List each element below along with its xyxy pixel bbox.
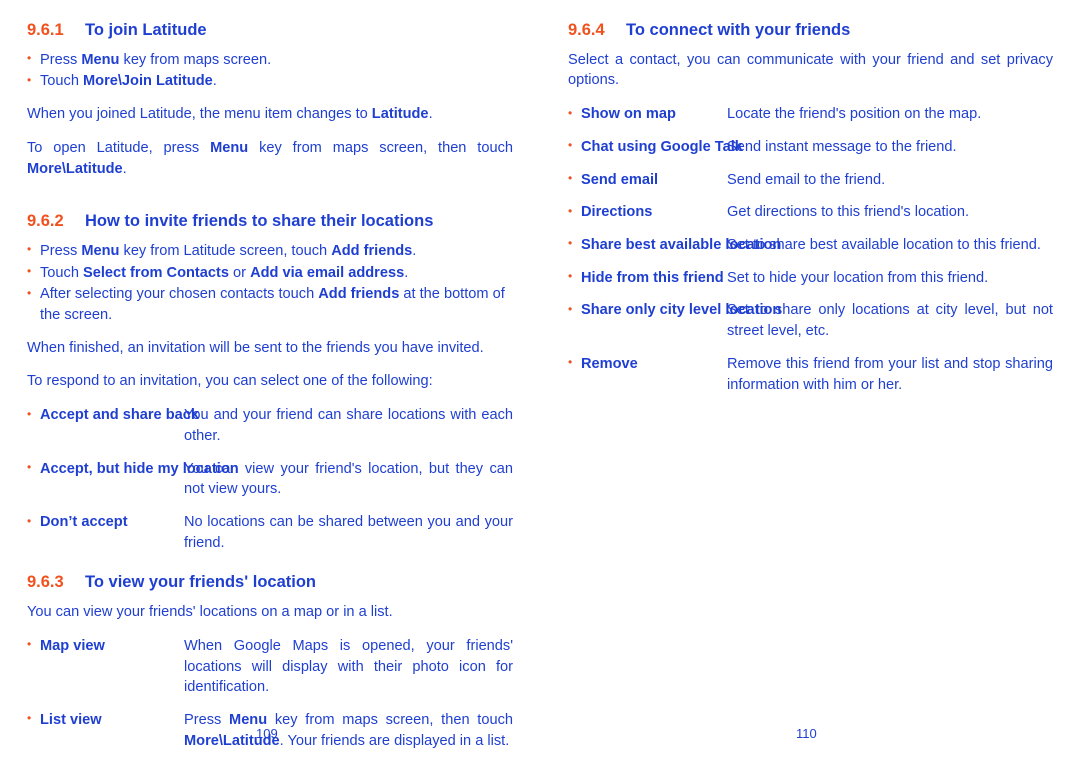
definition-description: Send instant message to the friend. bbox=[727, 138, 957, 155]
text-mid: key from maps screen, then touch bbox=[267, 711, 514, 728]
definition-description: Get directions to this friend's location… bbox=[727, 204, 970, 221]
list-item: After selecting your chosen contacts tou… bbox=[27, 284, 513, 325]
text-post: . bbox=[412, 242, 417, 259]
text-pre: To open Latitude, press bbox=[27, 139, 211, 156]
section-title: To connect with your friends bbox=[626, 21, 851, 39]
text-bold-2: Add friends bbox=[331, 242, 413, 259]
section-heading-9-6-3: 9.6.3 To view your friends' location bbox=[27, 572, 513, 593]
text-bold: Menu bbox=[81, 242, 120, 259]
text-bold-2: Add via email address bbox=[250, 264, 405, 281]
definition-description: Set to hide your location from this frie… bbox=[727, 269, 989, 286]
definition-term: Don’t accept bbox=[27, 512, 128, 533]
text-bold: Menu bbox=[210, 139, 249, 156]
document-page-spread: 9.6.1 To join Latitude Press Menu key fro… bbox=[0, 0, 1080, 767]
section-number: 9.6.2 bbox=[27, 212, 64, 231]
definition-term: Share best available location bbox=[568, 234, 781, 256]
definition-row: Don’t accept No locations can be shared … bbox=[27, 512, 513, 553]
paragraph: When you joined Latitude, the menu item … bbox=[27, 104, 513, 125]
text-bold: Latitude bbox=[371, 106, 429, 123]
definition-row: Hide from this friend Set to hide your l… bbox=[568, 267, 1053, 289]
definition-description: Send email to the friend. bbox=[727, 171, 886, 188]
paragraph: You can view your friends' locations on … bbox=[27, 604, 393, 621]
text-pre: Touch bbox=[40, 73, 83, 90]
definition-description: You and your friend can share locations … bbox=[184, 407, 513, 444]
section-heading-9-6-2: 9.6.2 How to invite friends to share thei… bbox=[27, 211, 513, 232]
section-title: To join Latitude bbox=[85, 21, 207, 39]
definition-term: Send email bbox=[568, 169, 658, 191]
definition-term: Map view bbox=[27, 635, 105, 657]
paragraph: To respond to an invitation, you can sel… bbox=[27, 373, 433, 390]
bullet-list-9-6-1: Press Menu key from maps screen. Touch M… bbox=[27, 49, 513, 92]
definition-row: Directions Get directions to this friend… bbox=[568, 202, 1053, 223]
text-pre: Press bbox=[40, 51, 82, 68]
list-item: Touch More\Join Latitude. bbox=[27, 71, 513, 92]
section-number: 9.6.4 bbox=[568, 21, 605, 39]
definition-row: Accept and share back You and your frien… bbox=[27, 405, 513, 446]
section-heading-9-6-1: 9.6.1 To join Latitude bbox=[27, 20, 513, 41]
section-number: 9.6.3 bbox=[27, 573, 64, 592]
definition-term: Accept, but hide my location bbox=[27, 458, 239, 480]
definition-term: Accept and share back bbox=[27, 405, 199, 426]
paragraph: When finished, an invitation will be sen… bbox=[27, 339, 484, 356]
text-post: . bbox=[404, 264, 409, 281]
definition-row: Remove Remove this friend from your list… bbox=[568, 353, 1053, 395]
definition-term: Share only city level location bbox=[568, 300, 781, 321]
definition-term: Show on map bbox=[568, 104, 676, 125]
definition-description: No locations can be shared between you a… bbox=[184, 514, 513, 551]
definition-description: Locate the friend's position on the map. bbox=[727, 106, 982, 123]
text-bold: Add friends bbox=[318, 286, 400, 303]
text-pre: When you joined Latitude, the menu item … bbox=[27, 106, 372, 123]
text-bold: More\Join Latitude bbox=[83, 73, 213, 90]
definition-term: Remove bbox=[568, 353, 638, 375]
definition-term: List view bbox=[27, 709, 102, 731]
page-number-left: 109 bbox=[256, 726, 278, 741]
definition-term: Hide from this friend bbox=[568, 267, 724, 289]
section-number: 9.6.1 bbox=[27, 21, 64, 39]
text-post: . bbox=[122, 160, 127, 177]
section-heading-9-6-4: 9.6.4 To connect with your friends bbox=[568, 20, 1053, 41]
text-pre: After selecting your chosen contacts tou… bbox=[40, 286, 319, 303]
text-bold: Select from Contacts bbox=[83, 264, 229, 281]
definition-description: Press Menu key from maps screen, then to… bbox=[184, 710, 513, 751]
list-item: Press Menu key from Latitude screen, tou… bbox=[27, 240, 513, 262]
text-post: . bbox=[428, 106, 433, 123]
definition-row: Accept, but hide my location You can vie… bbox=[27, 458, 513, 500]
definition-row: Map view When Google Maps is opened, you… bbox=[27, 635, 513, 698]
definition-description: Remove this friend from your list and st… bbox=[727, 355, 1053, 393]
bullet-list-9-6-2: Press Menu key from Latitude screen, tou… bbox=[27, 240, 513, 326]
section-title: How to invite friends to share their loc… bbox=[85, 212, 434, 231]
definition-term: Directions bbox=[568, 202, 652, 223]
text-mid: or bbox=[228, 264, 251, 281]
definition-row: Chat using Google Talk Send instant mess… bbox=[568, 136, 1053, 158]
list-item: Press Menu key from maps screen. bbox=[27, 49, 513, 71]
text-pre: Press bbox=[40, 242, 82, 259]
text-pre: Touch bbox=[40, 264, 83, 281]
section-title: To view your friends' location bbox=[85, 573, 316, 592]
definition-term: Chat using Google Talk bbox=[568, 136, 743, 158]
text-post: . Your friends are displayed in a list. bbox=[279, 732, 510, 749]
definition-row: Send email Send email to the friend. bbox=[568, 169, 1053, 191]
text-post: key from maps screen. bbox=[119, 51, 272, 68]
definition-description: When Google Maps is opened, your friends… bbox=[184, 637, 513, 696]
definition-list-9-6-4: Show on map Locate the friend's position… bbox=[568, 104, 1053, 395]
definition-row: Share best available location Set to sha… bbox=[568, 234, 1053, 256]
text-bold-2: More\Latitude bbox=[27, 160, 123, 177]
paragraph: To open Latitude, press Menu key from ma… bbox=[27, 138, 513, 179]
definition-row: Share only city level location Set to sh… bbox=[568, 300, 1053, 341]
paragraph: Select a contact, you can communicate wi… bbox=[568, 51, 1053, 89]
text-mid: key from maps screen, then touch bbox=[248, 139, 514, 156]
definition-list-9-6-2: Accept and share back You and your frien… bbox=[27, 405, 513, 553]
text-post: . bbox=[212, 73, 217, 90]
right-page-column: 9.6.4 To connect with your friends Select… bbox=[568, 20, 1053, 395]
text-pre: Press bbox=[184, 711, 230, 728]
text-mid: key from Latitude screen, touch bbox=[119, 242, 332, 259]
list-item: Touch Select from Contacts or Add via em… bbox=[27, 262, 513, 284]
left-page-column: 9.6.1 To join Latitude Press Menu key fro… bbox=[27, 20, 513, 751]
text-bold: Menu bbox=[81, 51, 120, 68]
definition-row: Show on map Locate the friend's position… bbox=[568, 104, 1053, 125]
page-number-right: 110 bbox=[796, 726, 817, 741]
